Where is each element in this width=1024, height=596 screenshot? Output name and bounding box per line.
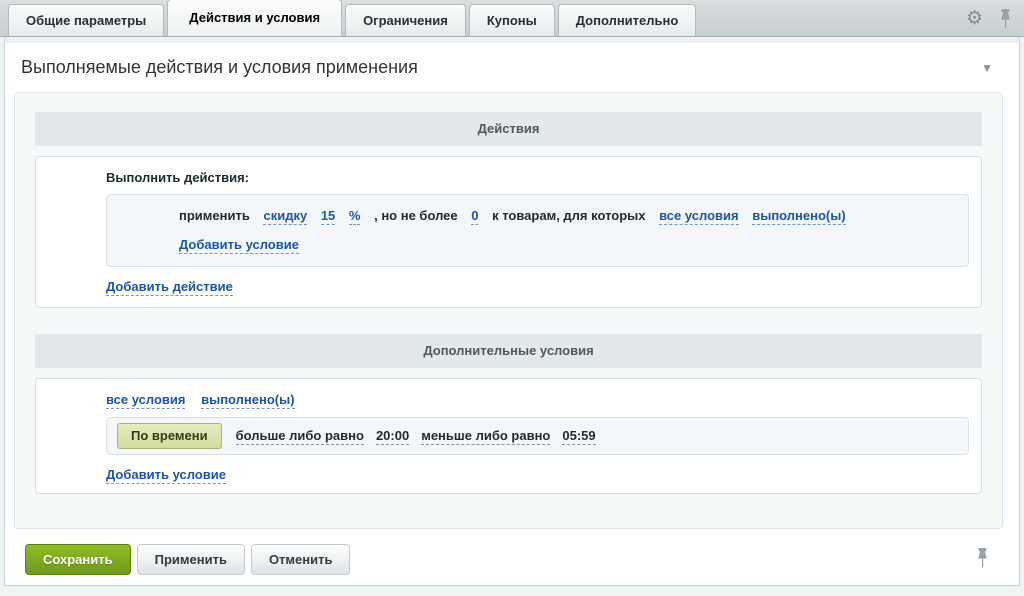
chevron-down-icon[interactable]: ▼ [981,61,993,75]
action-type-link[interactable]: скидку [263,208,307,225]
actions-box: Выполнить действия: применить скидку 15 … [35,156,982,308]
add-condition-link[interactable]: Добавить условие [106,467,226,484]
lte-operator-link[interactable]: меньше либо равно [421,428,550,445]
rule-prefix: применить [179,208,250,223]
gte-operator-link[interactable]: больше либо равно [236,428,364,445]
tab-additional[interactable]: Дополнительно [558,4,697,36]
tab-general[interactable]: Общие параметры [8,4,164,36]
actions-section-header: Действия [35,112,982,146]
fulfilled-link[interactable]: выполнено(ы) [201,392,294,409]
form-page: Выполняемые действия и условия применени… [4,37,1020,586]
tabbar-icons: ⚙ [966,0,1012,37]
conditions-section-header: Дополнительные условия [35,334,982,368]
apply-button[interactable]: Применить [137,544,245,575]
discount-value-link[interactable]: 15 [321,208,335,225]
settings-gear-icon[interactable]: ⚙ [966,9,983,28]
pin-icon[interactable] [999,8,1012,30]
form-heading-row: Выполняемые действия и условия применени… [5,43,1019,88]
action-rule-box: применить скидку 15 % , но не более 0 к … [106,194,969,267]
actions-conditions-panel: Действия Выполнить действия: применить с… [14,92,1003,529]
add-action-link[interactable]: Добавить действие [106,279,233,296]
conditions-box: все условия выполнено(ы) По времени боль… [35,378,982,494]
add-condition-link[interactable]: Добавить условие [179,237,299,254]
footer-button-bar: Сохранить Применить Отменить [25,544,1019,575]
lte-time-value[interactable]: 05:59 [562,428,595,445]
conditions-aggregator-row: все условия выполнено(ы) [106,392,969,407]
pin-icon[interactable] [976,547,989,569]
actions-box-label: Выполнить действия: [106,170,969,185]
tab-coupons[interactable]: Купоны [469,4,555,36]
cancel-button[interactable]: Отменить [251,544,351,575]
tab-bar: Общие параметры Действия и условия Огран… [0,0,1024,37]
tab-restrictions[interactable]: Ограничения [345,4,466,36]
gte-time-value[interactable]: 20:00 [376,428,409,445]
save-button[interactable]: Сохранить [25,544,131,575]
page-title: Выполняемые действия и условия применени… [21,57,418,78]
rule-middle: , но не более [374,208,458,223]
limit-value-link[interactable]: 0 [471,208,478,225]
condition-type-button[interactable]: По времени [117,423,222,449]
action-rule-line: применить скидку 15 % , но не более 0 к … [179,207,956,225]
fulfilled-link[interactable]: выполнено(ы) [752,208,845,225]
time-condition-box: По времени больше либо равно 20:00 меньш… [106,417,969,455]
tab-actions-conditions[interactable]: Действия и условия [167,0,342,36]
discount-unit-link[interactable]: % [349,208,361,225]
rule-suffix: к товарам, для которых [492,208,645,223]
aggregator-link[interactable]: все условия [106,392,185,409]
aggregator-link[interactable]: все условия [659,208,738,225]
